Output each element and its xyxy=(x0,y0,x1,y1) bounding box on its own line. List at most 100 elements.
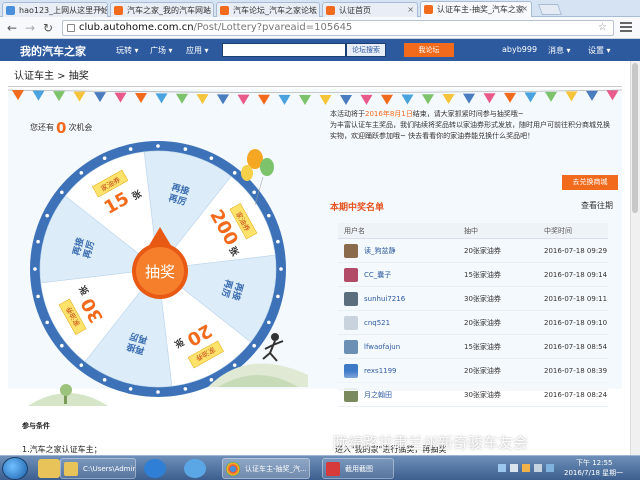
avatar[interactable] xyxy=(344,244,358,258)
bunting-flag xyxy=(237,94,250,105)
tab-lottery[interactable]: 认证车主-抽奖_汽车之家 × xyxy=(420,1,532,18)
rim-light xyxy=(267,213,271,218)
nav-yingyong[interactable]: 应用 ▾ xyxy=(186,45,209,56)
tab-favicon-icon xyxy=(326,6,335,15)
address-bar[interactable]: club.autohome.com.cn/Post/Lottery?pvarea… xyxy=(62,20,614,36)
chrome-icon xyxy=(226,462,240,476)
winner-name[interactable]: CC_囊子 xyxy=(364,263,391,287)
task-explorer[interactable]: C:\Users\Admini... xyxy=(60,458,136,479)
close-tab-icon[interactable]: × xyxy=(97,5,104,14)
tray-icon[interactable] xyxy=(546,464,554,472)
tree-decoration xyxy=(28,384,108,406)
forum-search-button[interactable]: 论坛搜索 xyxy=(346,43,386,57)
system-tray xyxy=(498,464,554,472)
tab-autohome[interactable]: 汽车之家_我的汽车网站 × xyxy=(110,2,214,17)
draw-button-label: 抽奖 xyxy=(145,263,175,281)
bunting-flag xyxy=(258,94,270,105)
forward-arrow-icon[interactable]: → xyxy=(22,20,38,36)
avatar[interactable] xyxy=(344,316,358,330)
bunting-flag xyxy=(565,91,578,102)
bunting-flag xyxy=(196,94,209,105)
winner-prize: 20张家油券 xyxy=(464,319,501,327)
rim-light xyxy=(102,156,107,160)
settings-label: 设置 xyxy=(588,46,604,55)
bunting-flag xyxy=(94,92,106,103)
scrollbar-thumb[interactable] xyxy=(632,63,638,213)
close-tab-icon[interactable]: × xyxy=(407,5,414,14)
bunting-flag xyxy=(135,93,147,104)
nav-wanzhuan[interactable]: 玩转 ▾ xyxy=(116,45,139,56)
close-tab-icon[interactable]: × xyxy=(309,5,316,14)
tab-cert-home[interactable]: 认证首页 × xyxy=(322,2,418,17)
tray-icon[interactable] xyxy=(498,464,506,472)
rim-light xyxy=(279,267,283,271)
tab-favicon-icon xyxy=(220,6,229,15)
winner-name[interactable]: sunhui7216 xyxy=(364,287,405,311)
winner-row: cnq521 20张家油券 2016-07-18 09:10 xyxy=(338,311,608,335)
winner-name[interactable]: cnq521 xyxy=(364,311,390,335)
browser-menu-icon[interactable] xyxy=(620,22,632,34)
avatar[interactable] xyxy=(344,268,358,282)
task-chrome[interactable]: 认证车主-抽奖_汽... xyxy=(222,458,310,479)
tab-forum[interactable]: 汽车论坛_汽车之家论坛 × xyxy=(216,2,320,17)
nav-label: 广场 xyxy=(150,46,166,55)
task-screenshot[interactable]: 截用截图 xyxy=(322,458,394,479)
avatar[interactable] xyxy=(344,340,358,354)
page-viewport: 认证车主 > 抽奖 您还有 0 次机会 再接 再厉 家油券 200 张再接 再厉 家油券 20 张再… xyxy=(0,61,630,455)
bookmark-star-icon[interactable]: ☆ xyxy=(598,21,607,35)
my-forum-button[interactable]: 我论坛 xyxy=(404,43,454,57)
breadcrumb: 认证车主 > 抽奖 xyxy=(8,67,622,87)
nav-guangchang[interactable]: 广场 ▾ xyxy=(150,45,173,56)
close-tab-icon[interactable]: × xyxy=(521,4,528,13)
forum-search-input[interactable] xyxy=(222,43,346,57)
winner-prize: 30张家油券 xyxy=(464,295,501,303)
settings-menu[interactable]: 设置 ▾ xyxy=(588,45,611,56)
rim-light xyxy=(183,147,188,151)
avatar[interactable] xyxy=(344,292,358,306)
intro-description: 为丰富认证车主奖品，我们陆续将奖品转以家油券形式发放，随时用户可前往积分商城兑换… xyxy=(330,121,610,140)
winner-time: 2016-07-18 09:14 xyxy=(544,271,608,279)
rim-light xyxy=(33,267,37,271)
redeem-mall-button[interactable]: 去兑换商城 xyxy=(562,175,618,190)
bunting-flag xyxy=(155,93,168,104)
tab-strip: hao123_上网从这里开始 × 汽车之家_我的汽车网站 × 汽车论坛_汽车之家… xyxy=(0,0,640,18)
watermark: 陇绵路甘肃兰州新奇骏车友会 xyxy=(311,432,528,453)
winner-name[interactable]: 读_狗盆静 xyxy=(364,239,396,263)
rim-light xyxy=(183,387,188,391)
bunting-flag xyxy=(401,94,414,105)
explorer-folder-icon[interactable] xyxy=(38,459,60,478)
bunting-flag xyxy=(53,91,65,102)
rim-light xyxy=(36,294,40,299)
site-logo[interactable]: 我的汽车之家 xyxy=(20,43,86,59)
conditions-title: 参与条件 xyxy=(22,422,50,430)
bunting-flag xyxy=(422,94,434,105)
tab-label: 认证车主-抽奖_汽车之家 xyxy=(437,5,524,14)
reload-icon[interactable]: ↻ xyxy=(40,20,56,36)
bunting-flag xyxy=(299,94,311,105)
url-path: /Post/Lottery?pvareaid=105645 xyxy=(193,22,353,33)
winner-name[interactable]: lfwaofajun xyxy=(364,335,400,359)
clock[interactable]: 下午 12:55 2016/7/18 星期一 xyxy=(564,458,638,478)
winner-prize: 20张家油券 xyxy=(464,247,501,255)
intro-part-b: 结束，请大家抓紧时间参与抽奖哦~ xyxy=(412,110,524,118)
rim-light xyxy=(45,320,49,325)
winners-table-header: 用户名 抽中 中奖时间 xyxy=(338,223,608,239)
ie-browser-icon[interactable] xyxy=(144,459,166,478)
tray-icon[interactable] xyxy=(534,464,542,472)
screenshot-app-icon xyxy=(326,462,340,476)
tray-icon[interactable] xyxy=(510,464,518,472)
rim-light xyxy=(128,387,133,391)
tray-icon[interactable] xyxy=(522,464,530,472)
k-app-icon[interactable] xyxy=(184,459,206,478)
tab-hao123[interactable]: hao123_上网从这里开始 × xyxy=(2,2,108,17)
back-arrow-icon[interactable]: ← xyxy=(4,20,20,36)
username-link[interactable]: abyb999 xyxy=(502,45,537,54)
new-tab-button[interactable] xyxy=(537,4,563,15)
close-tab-icon[interactable]: × xyxy=(203,5,210,14)
winner-row: 读_狗盆静 20张家油券 2016-07-18 09:29 xyxy=(338,239,608,263)
start-button-icon[interactable] xyxy=(2,457,28,480)
messages-menu[interactable]: 消息 ▾ xyxy=(548,45,571,56)
lottery-panel: 您还有 0 次机会 再接 再厉 家油券 200 张再接 再厉 家油券 20 张再接 再厉 家油券 30 张再… xyxy=(8,89,622,407)
rim-light xyxy=(209,156,214,160)
history-link[interactable]: 查看往期 xyxy=(581,200,613,211)
